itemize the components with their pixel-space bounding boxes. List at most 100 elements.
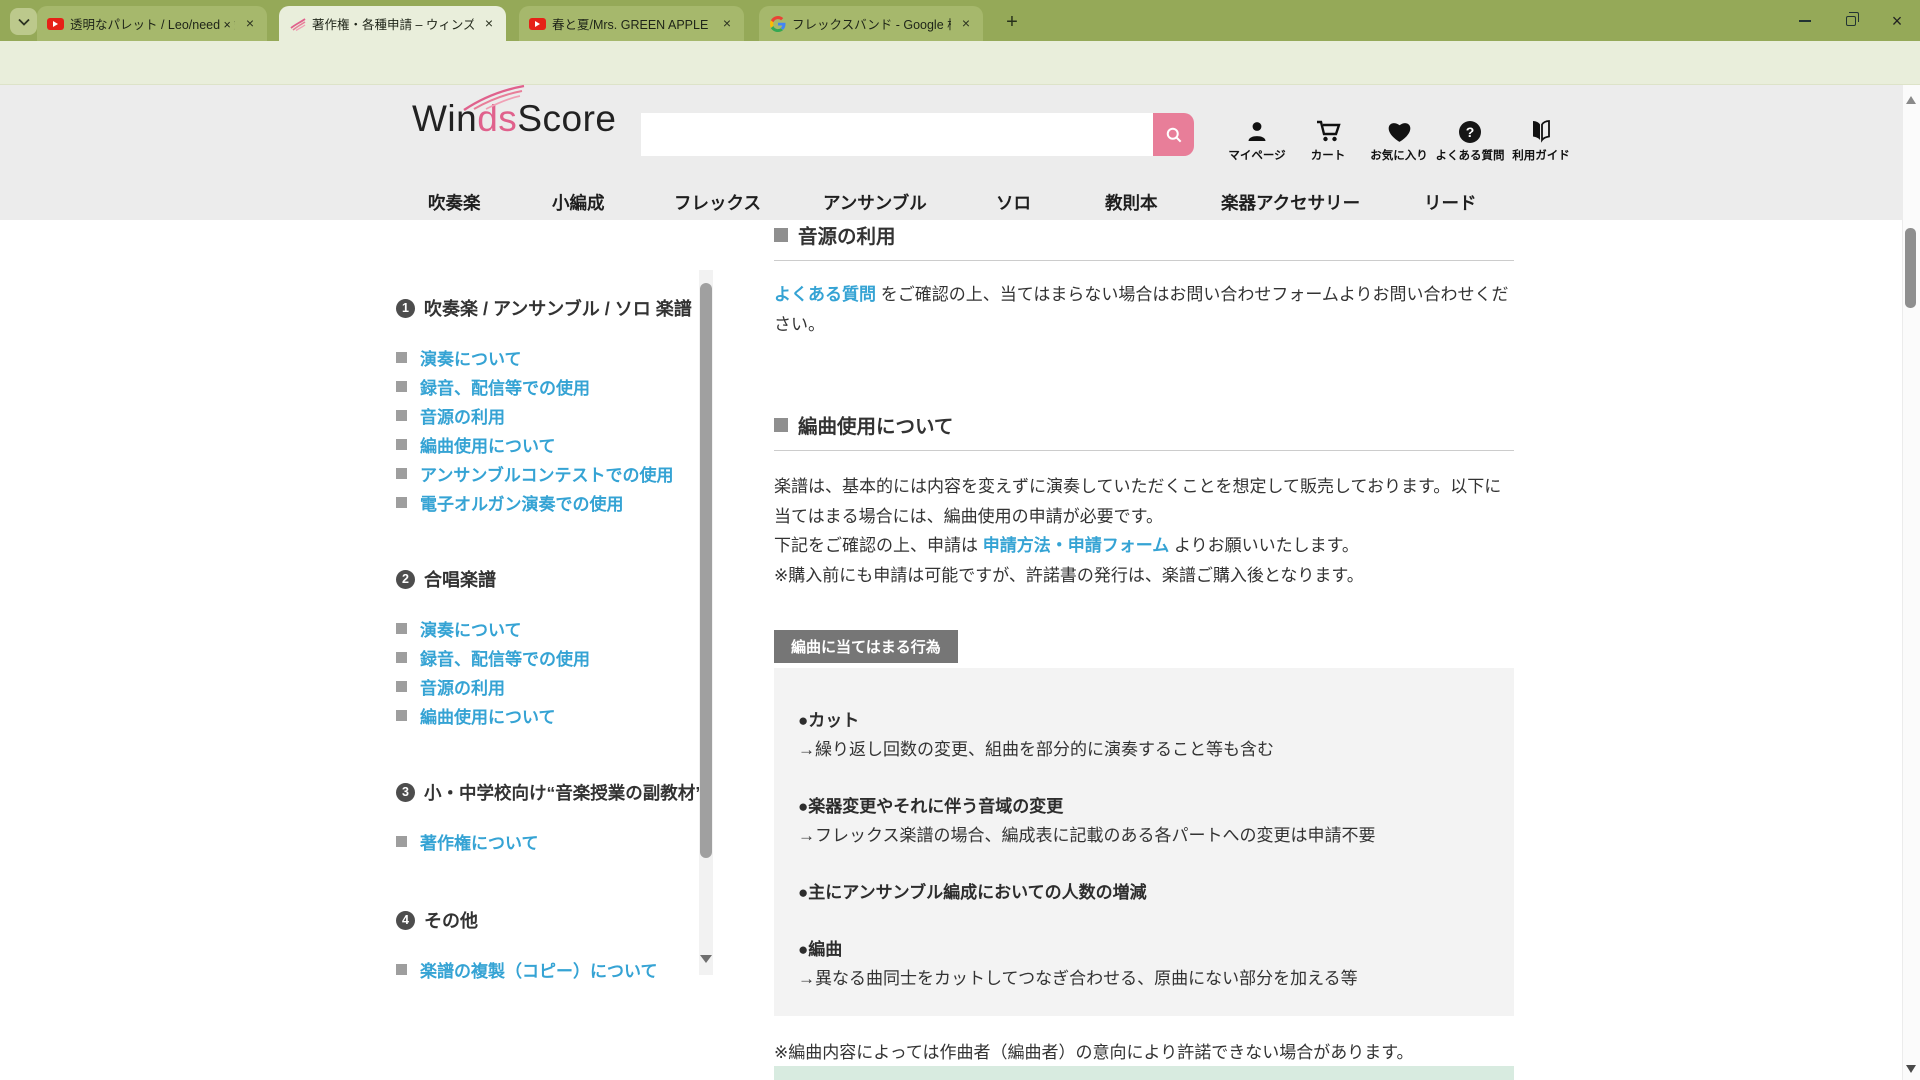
- chevron-down-icon: [18, 18, 30, 26]
- minimize-button[interactable]: [1782, 0, 1828, 41]
- page-scrollbar-thumb[interactable]: [1905, 228, 1916, 308]
- faq-text-link[interactable]: よくある質問: [774, 285, 876, 304]
- sidebar-link[interactable]: 演奏について: [396, 343, 696, 372]
- henkyoku-paragraph: 楽譜は、基本的には内容を変えずに演奏していただくことを想定して販売しております。…: [774, 472, 1514, 590]
- sidebar-section-title: その他: [424, 907, 478, 933]
- tab-close-icon[interactable]: ×: [718, 15, 736, 33]
- box-item: ●楽器変更やそれに伴う音域の変更 →フレックス楽譜の場合、編成表に記載のある各パ…: [798, 792, 1484, 850]
- sidebar-link[interactable]: 音源の利用: [396, 672, 696, 701]
- sidebar-link[interactable]: 著作権について: [396, 827, 696, 856]
- sidebar-scroll-down-icon[interactable]: [700, 955, 712, 963]
- next-section-strip: [774, 1066, 1514, 1080]
- google-favicon: [769, 15, 786, 32]
- sidebar-link[interactable]: 編曲使用について: [396, 430, 696, 459]
- nav-ensemble[interactable]: アンサンブル: [823, 190, 927, 215]
- paragraph-text: 下記をご確認の上、申請は: [774, 536, 983, 555]
- new-tab-button[interactable]: +: [998, 9, 1026, 37]
- sidebar-section-heading: 3 小・中学校向け“音楽授業の副教材”: [396, 780, 696, 805]
- nav-solo[interactable]: ソロ: [996, 190, 1031, 215]
- box-item-title: ●楽器変更やそれに伴う音域の変更: [798, 792, 1484, 821]
- nav-shohensei[interactable]: 小編成: [552, 190, 605, 215]
- heading-square-icon: [774, 418, 788, 432]
- guide-shield-icon: [1531, 117, 1551, 143]
- henkyoku-note: ※編曲内容によっては作曲者（編曲者）の意向により許諾できない場合があります。: [774, 1038, 1514, 1068]
- favorites-link[interactable]: お気に入り: [1366, 117, 1432, 163]
- tab-close-icon[interactable]: ×: [241, 15, 259, 33]
- tab-strip: 透明なパレット / Leo/need × 鏡 × 著作権・各種申請 – ウィンズ…: [0, 0, 1920, 41]
- mypage-link[interactable]: マイページ: [1224, 117, 1290, 163]
- sidebar-link[interactable]: 演奏について: [396, 614, 696, 643]
- box-item: ●主にアンサンブル編成においての人数の増減: [798, 878, 1484, 907]
- page-scroll-down-icon[interactable]: [1906, 1065, 1916, 1073]
- tab-google-search[interactable]: フレックスバンド - Google 検索 ×: [759, 6, 983, 41]
- sidebar-scrollbar-thumb[interactable]: [700, 283, 712, 858]
- tab-close-icon[interactable]: ×: [957, 15, 975, 33]
- tab-title: 著作権・各種申請 – ウィンズスコア: [312, 14, 474, 33]
- nav-suisogaku[interactable]: 吹奏楽: [428, 190, 481, 215]
- sidebar-section-2: 2 合唱楽譜 演奏について 録音、配信等での使用 音源の利用 編曲使用について: [396, 566, 696, 730]
- square-bullet-icon: [396, 681, 407, 692]
- tab-youtube-2[interactable]: 春と夏/Mrs. GREEN APPLE【大阪 ×: [519, 6, 744, 41]
- paragraph-text: ※購入前にも申請は可能ですが、許諾書の発行は、楽譜ご購入後となります。: [774, 561, 1514, 591]
- number-circle-icon: 1: [396, 299, 415, 318]
- sidebar-link[interactable]: 音源の利用: [396, 401, 696, 430]
- square-bullet-icon: [396, 652, 407, 663]
- square-bullet-icon: [396, 623, 407, 634]
- quick-link-label: 利用ガイド: [1512, 147, 1570, 163]
- number-circle-icon: 3: [396, 783, 415, 802]
- sidebar-section-title: 吹奏楽 / アンサンブル / ソロ 楽譜: [424, 295, 692, 321]
- quick-link-label: よくある質問: [1436, 147, 1505, 163]
- close-icon: ×: [1892, 12, 1903, 30]
- page-scroll-up-icon[interactable]: [1906, 96, 1916, 104]
- sidebar-link[interactable]: アンサンブルコンテストでの使用: [396, 459, 696, 488]
- main-nav: 吹奏楽 小編成 フレックス アンサンブル ソロ 教則本 楽器アクセサリー リード: [0, 185, 1902, 220]
- sidebar-link[interactable]: 録音、配信等での使用: [396, 372, 696, 401]
- quick-link-label: カート: [1311, 147, 1346, 163]
- quick-link-label: マイページ: [1228, 147, 1285, 163]
- square-bullet-icon: [396, 468, 407, 479]
- tab-windsscore-active[interactable]: 著作権・各種申請 – ウィンズスコア ×: [279, 6, 506, 41]
- search-button[interactable]: [1153, 113, 1194, 156]
- box-item-title: ●カット: [798, 706, 1484, 735]
- header-quick-links: マイページ カート お気に入り ? よくある質問 利用ガイド: [1224, 117, 1574, 163]
- paragraph-text: よりお願いいたします。: [1169, 536, 1359, 555]
- tab-search-button[interactable]: [10, 8, 37, 35]
- application-form-link[interactable]: 申請方法・申請フォーム: [983, 536, 1170, 555]
- square-bullet-icon: [396, 410, 407, 421]
- square-bullet-icon: [396, 710, 407, 721]
- tab-title: フレックスバンド - Google 検索: [792, 14, 951, 33]
- paragraph-text: をご確認の上、当てはまらない場合はお問い合わせフォームよりお問い合わせください。: [774, 285, 1509, 334]
- sidebar-section-3: 3 小・中学校向け“音楽授業の副教材” 著作権について: [396, 780, 696, 856]
- heading-square-icon: [774, 228, 788, 242]
- search-input[interactable]: [641, 113, 1153, 156]
- close-button[interactable]: ×: [1874, 0, 1920, 41]
- nav-kyosokubon[interactable]: 教則本: [1105, 190, 1158, 215]
- arrangement-box-label: 編曲に当てはまる行為: [774, 630, 958, 663]
- box-item: ●編曲 →異なる曲同士をカットしてつなぎ合わせる、原曲にない部分を加える等: [798, 935, 1484, 993]
- square-bullet-icon: [396, 964, 407, 975]
- search-icon: [1164, 125, 1184, 145]
- box-item-title: ●編曲: [798, 935, 1484, 964]
- box-item-desc: →フレックス楽譜の場合、編成表に記載のある各パートへの変更は申請不要: [798, 821, 1484, 850]
- sidebar-link[interactable]: 楽譜の複製（コピー）について: [396, 955, 696, 984]
- box-item: ●カット →繰り返し回数の変更、組曲を部分的に演奏すること等も含む: [798, 706, 1484, 764]
- paragraph-text: 楽譜は、基本的には内容を変えずに演奏していただくことを想定して販売しております。…: [774, 472, 1514, 531]
- tab-close-icon[interactable]: ×: [480, 15, 498, 33]
- youtube-favicon: [529, 15, 546, 32]
- nav-reed[interactable]: リード: [1424, 190, 1477, 215]
- sidebar-link[interactable]: 編曲使用について: [396, 701, 696, 730]
- section-henkyoku-heading: 編曲使用について: [774, 410, 1514, 451]
- minimize-icon: [1799, 20, 1811, 22]
- sidebar-link[interactable]: 電子オルガン演奏での使用: [396, 488, 696, 517]
- guide-link[interactable]: 利用ガイド: [1508, 117, 1574, 163]
- square-bullet-icon: [396, 439, 407, 450]
- restore-icon: [1846, 16, 1856, 26]
- sidebar-section-title: 小・中学校向け“音楽授業の副教材”: [424, 780, 704, 805]
- restore-button[interactable]: [1828, 0, 1874, 41]
- nav-flex[interactable]: フレックス: [674, 190, 761, 215]
- faq-link[interactable]: ? よくある質問: [1437, 117, 1503, 163]
- sidebar-link[interactable]: 録音、配信等での使用: [396, 643, 696, 672]
- tab-youtube-1[interactable]: 透明なパレット / Leo/need × 鏡 ×: [37, 6, 267, 41]
- nav-accessory[interactable]: 楽器アクセサリー: [1221, 190, 1360, 215]
- cart-link[interactable]: カート: [1295, 117, 1361, 163]
